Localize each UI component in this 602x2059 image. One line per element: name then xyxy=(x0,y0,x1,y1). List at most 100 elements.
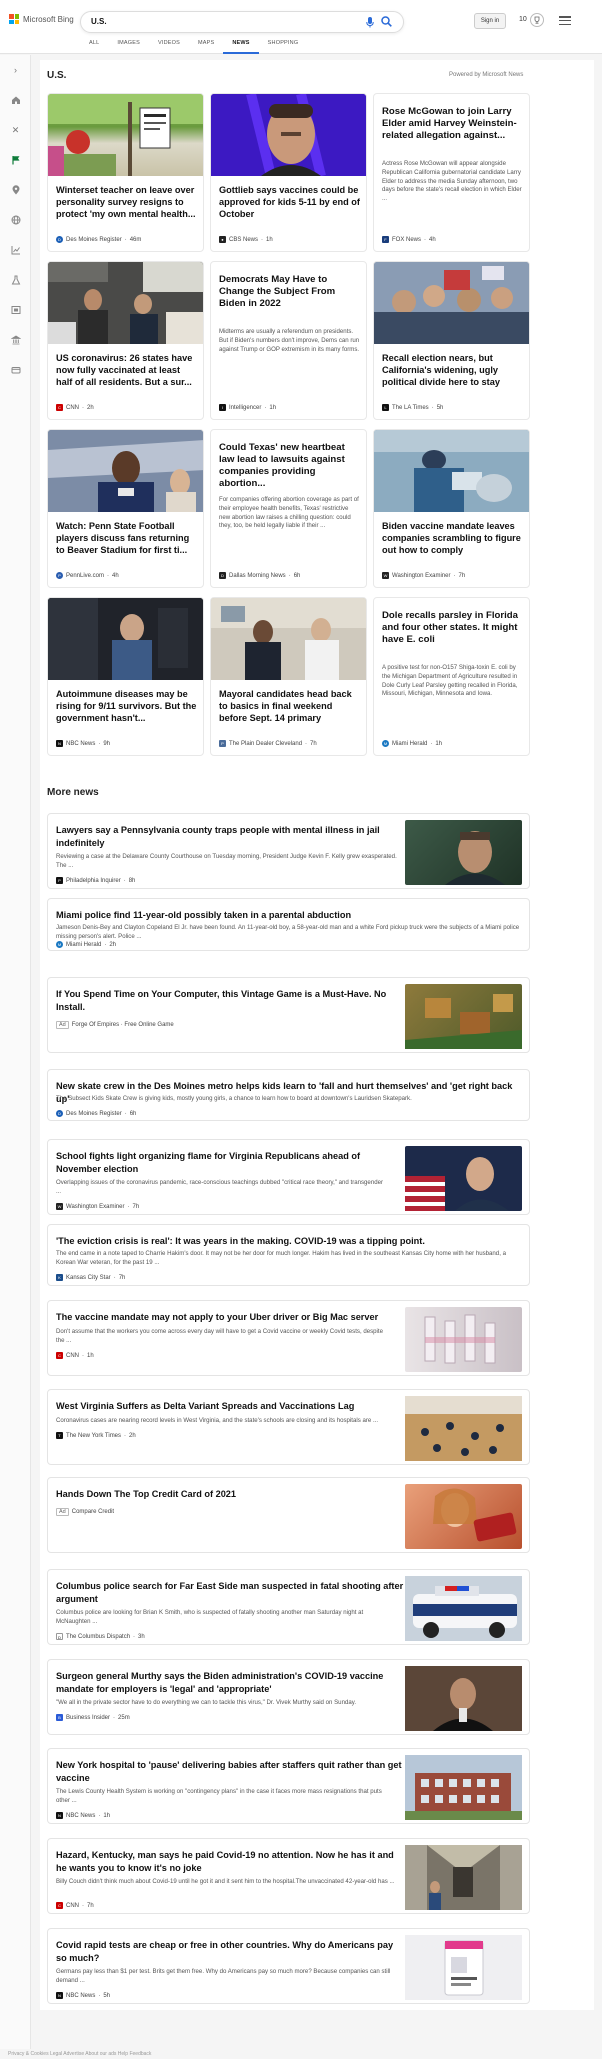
news-card[interactable]: Biden vaccine mandate leaves companies s… xyxy=(373,429,530,588)
powered-by-label[interactable]: Powered by Microsoft News xyxy=(449,72,523,78)
news-source[interactable]: W Washington Examiner · 7h xyxy=(382,572,465,579)
news-title[interactable]: Winterset teacher on leave over personal… xyxy=(56,184,197,232)
location-icon[interactable] xyxy=(10,185,21,196)
news-title[interactable]: Watch: Penn State Football players discu… xyxy=(56,520,197,568)
news-source[interactable]: C CNN · 7h xyxy=(56,1902,94,1909)
bing-logo[interactable]: Microsoft Bing xyxy=(9,14,74,24)
sponsored-item[interactable]: Hands Down The Top Credit Card of 2021 A… xyxy=(47,1477,530,1553)
news-title[interactable]: Rose McGowan to join Larry Elder amid Ha… xyxy=(382,106,523,154)
news-source[interactable]: C CNN · 2h xyxy=(56,404,94,411)
news-card[interactable]: Democrats May Have to Change the Subject… xyxy=(210,261,367,420)
rewards-points[interactable]: 10 xyxy=(519,16,527,23)
search-icon[interactable] xyxy=(381,16,393,28)
news-list-item[interactable]: New York hospital to 'pause' delivering … xyxy=(47,1748,530,1824)
news-title[interactable]: New York hospital to 'pause' delivering … xyxy=(56,1759,406,1784)
science-icon[interactable] xyxy=(10,275,21,286)
news-title[interactable]: Mayoral candidates head back to basics i… xyxy=(219,688,360,736)
menu-icon[interactable] xyxy=(559,16,571,25)
news-list-item[interactable]: 'The eviction crisis is real': It was ye… xyxy=(47,1224,530,1286)
news-source[interactable]: D Des Moines Register · 6h xyxy=(56,1110,136,1117)
news-title[interactable]: School fights light organizing flame for… xyxy=(56,1150,406,1175)
news-source[interactable]: D Dallas Morning News · 6h xyxy=(219,572,300,579)
news-title[interactable]: Hazard, Kentucky, man says he paid Covid… xyxy=(56,1849,406,1874)
news-source[interactable]: N NBC News · 5h xyxy=(56,1992,110,1999)
news-title[interactable]: West Virginia Suffers as Delta Variant S… xyxy=(56,1400,406,1413)
news-title[interactable]: Biden vaccine mandate leaves companies s… xyxy=(382,520,523,568)
news-card[interactable]: Rose McGowan to join Larry Elder amid Ha… xyxy=(373,93,530,252)
news-title[interactable]: US coronavirus: 26 states have now fully… xyxy=(56,352,197,400)
ad-source[interactable]: Ad Compare Credit xyxy=(56,1508,114,1516)
news-card[interactable]: Recall election nears, but California's … xyxy=(373,261,530,420)
news-source[interactable]: P The Plain Dealer Cleveland · 7h xyxy=(219,740,317,747)
news-title[interactable]: Recall election nears, but California's … xyxy=(382,352,523,400)
news-source[interactable]: T The New York Times · 2h xyxy=(56,1432,136,1439)
flag-icon[interactable] xyxy=(10,155,21,166)
news-list-item[interactable]: Miami police find 11-year-old possibly t… xyxy=(47,898,530,951)
expand-rail-icon[interactable]: › xyxy=(10,65,21,76)
news-list-item[interactable]: Surgeon general Murthy says the Biden ad… xyxy=(47,1659,530,1735)
search-box[interactable]: U.S. xyxy=(80,11,404,33)
ad-title[interactable]: Hands Down The Top Credit Card of 2021 xyxy=(56,1488,396,1501)
news-title[interactable]: Dole recalls parsley in Florida and four… xyxy=(382,610,523,658)
entertainment-icon[interactable] xyxy=(10,305,21,316)
ad-title[interactable]: If You Spend Time on Your Computer, this… xyxy=(56,988,396,1013)
news-title[interactable]: Could Texas' new heartbeat law lead to l… xyxy=(219,442,360,490)
footer-links[interactable]: Privacy & Cookies Legal Advertise About … xyxy=(0,2049,602,2059)
tab-images[interactable]: IMAGES xyxy=(108,40,149,54)
news-source[interactable]: L The LA Times · 5h xyxy=(382,404,443,411)
news-list-item[interactable]: Lawyers say a Pennsylvania county traps … xyxy=(47,813,530,889)
news-source[interactable]: ● CBS News · 1h xyxy=(219,236,273,243)
news-title[interactable]: Covid rapid tests are cheap or free in o… xyxy=(56,1939,406,1964)
news-source[interactable]: P Philadelphia Inquirer · 8h xyxy=(56,877,135,884)
news-title[interactable]: Democrats May Have to Change the Subject… xyxy=(219,274,360,322)
tools-icon[interactable]: ✕ xyxy=(10,125,21,136)
news-title[interactable]: Autoimmune diseases may be rising for 9/… xyxy=(56,688,197,736)
news-card[interactable]: Mayoral candidates head back to basics i… xyxy=(210,597,367,756)
news-title[interactable]: The vaccine mandate may not apply to you… xyxy=(56,1311,406,1324)
news-list-item[interactable]: West Virginia Suffers as Delta Variant S… xyxy=(47,1389,530,1465)
news-card[interactable]: Gottlieb says vaccines could be approved… xyxy=(210,93,367,252)
news-title[interactable]: Columbus police search for Far East Side… xyxy=(56,1580,406,1605)
news-source[interactable]: B Business Insider · 25m xyxy=(56,1714,130,1721)
home-icon[interactable] xyxy=(10,95,21,106)
news-source[interactable]: D The Columbus Dispatch · 3h xyxy=(56,1633,145,1640)
news-card[interactable]: Watch: Penn State Football players discu… xyxy=(47,429,204,588)
news-title[interactable]: Lawyers say a Pennsylvania county traps … xyxy=(56,824,406,849)
chart-icon[interactable] xyxy=(10,245,21,256)
tab-videos[interactable]: VIDEOS xyxy=(149,40,189,54)
news-source[interactable]: D Des Moines Register · 46m xyxy=(56,236,141,243)
news-list-item[interactable]: New skate crew in the Des Moines metro h… xyxy=(47,1069,530,1121)
globe-icon[interactable] xyxy=(10,215,21,226)
news-card[interactable]: US coronavirus: 26 states have now fully… xyxy=(47,261,204,420)
money-icon[interactable] xyxy=(10,365,21,376)
news-list-item[interactable]: The vaccine mandate may not apply to you… xyxy=(47,1300,530,1376)
news-source[interactable]: N NBC News · 9h xyxy=(56,740,110,747)
news-list-item[interactable]: Columbus police search for Far East Side… xyxy=(47,1569,530,1645)
news-source[interactable]: C CNN · 1h xyxy=(56,1352,94,1359)
news-list-item[interactable]: Covid rapid tests are cheap or free in o… xyxy=(47,1928,530,2004)
tab-news[interactable]: NEWS xyxy=(223,40,259,54)
microphone-icon[interactable] xyxy=(365,17,375,29)
tab-all[interactable]: ALL xyxy=(80,40,108,54)
news-source[interactable]: P PennLive.com · 4h xyxy=(56,572,119,579)
sponsored-item[interactable]: If You Spend Time on Your Computer, this… xyxy=(47,977,530,1053)
news-source[interactable]: N NBC News · 1h xyxy=(56,1812,110,1819)
news-source[interactable]: I Intelligencer · 1h xyxy=(219,404,276,411)
news-title[interactable]: Gottlieb says vaccines could be approved… xyxy=(219,184,360,232)
business-icon[interactable] xyxy=(10,335,21,346)
news-source[interactable]: F FOX News · 4h xyxy=(382,236,436,243)
news-card[interactable]: Dole recalls parsley in Florida and four… xyxy=(373,597,530,756)
tab-maps[interactable]: MAPS xyxy=(189,40,223,54)
news-source[interactable]: W Washington Examiner · 7h xyxy=(56,1203,139,1210)
news-source[interactable]: M Miami Herald · 1h xyxy=(382,740,442,747)
ad-source[interactable]: Ad Forge Of Empires · Free Online Game xyxy=(56,1021,174,1029)
news-source[interactable]: K Kansas City Star · 7h xyxy=(56,1274,125,1281)
rewards-trophy-icon[interactable] xyxy=(530,13,544,27)
news-list-item[interactable]: Hazard, Kentucky, man says he paid Covid… xyxy=(47,1838,530,1914)
search-input[interactable]: U.S. xyxy=(91,17,107,26)
news-card[interactable]: Autoimmune diseases may be rising for 9/… xyxy=(47,597,204,756)
news-list-item[interactable]: School fights light organizing flame for… xyxy=(47,1139,530,1215)
tab-shopping[interactable]: SHOPPING xyxy=(259,40,308,54)
news-card[interactable]: Winterset teacher on leave over personal… xyxy=(47,93,204,252)
news-source[interactable]: M Miami Herald · 2h xyxy=(56,941,116,948)
